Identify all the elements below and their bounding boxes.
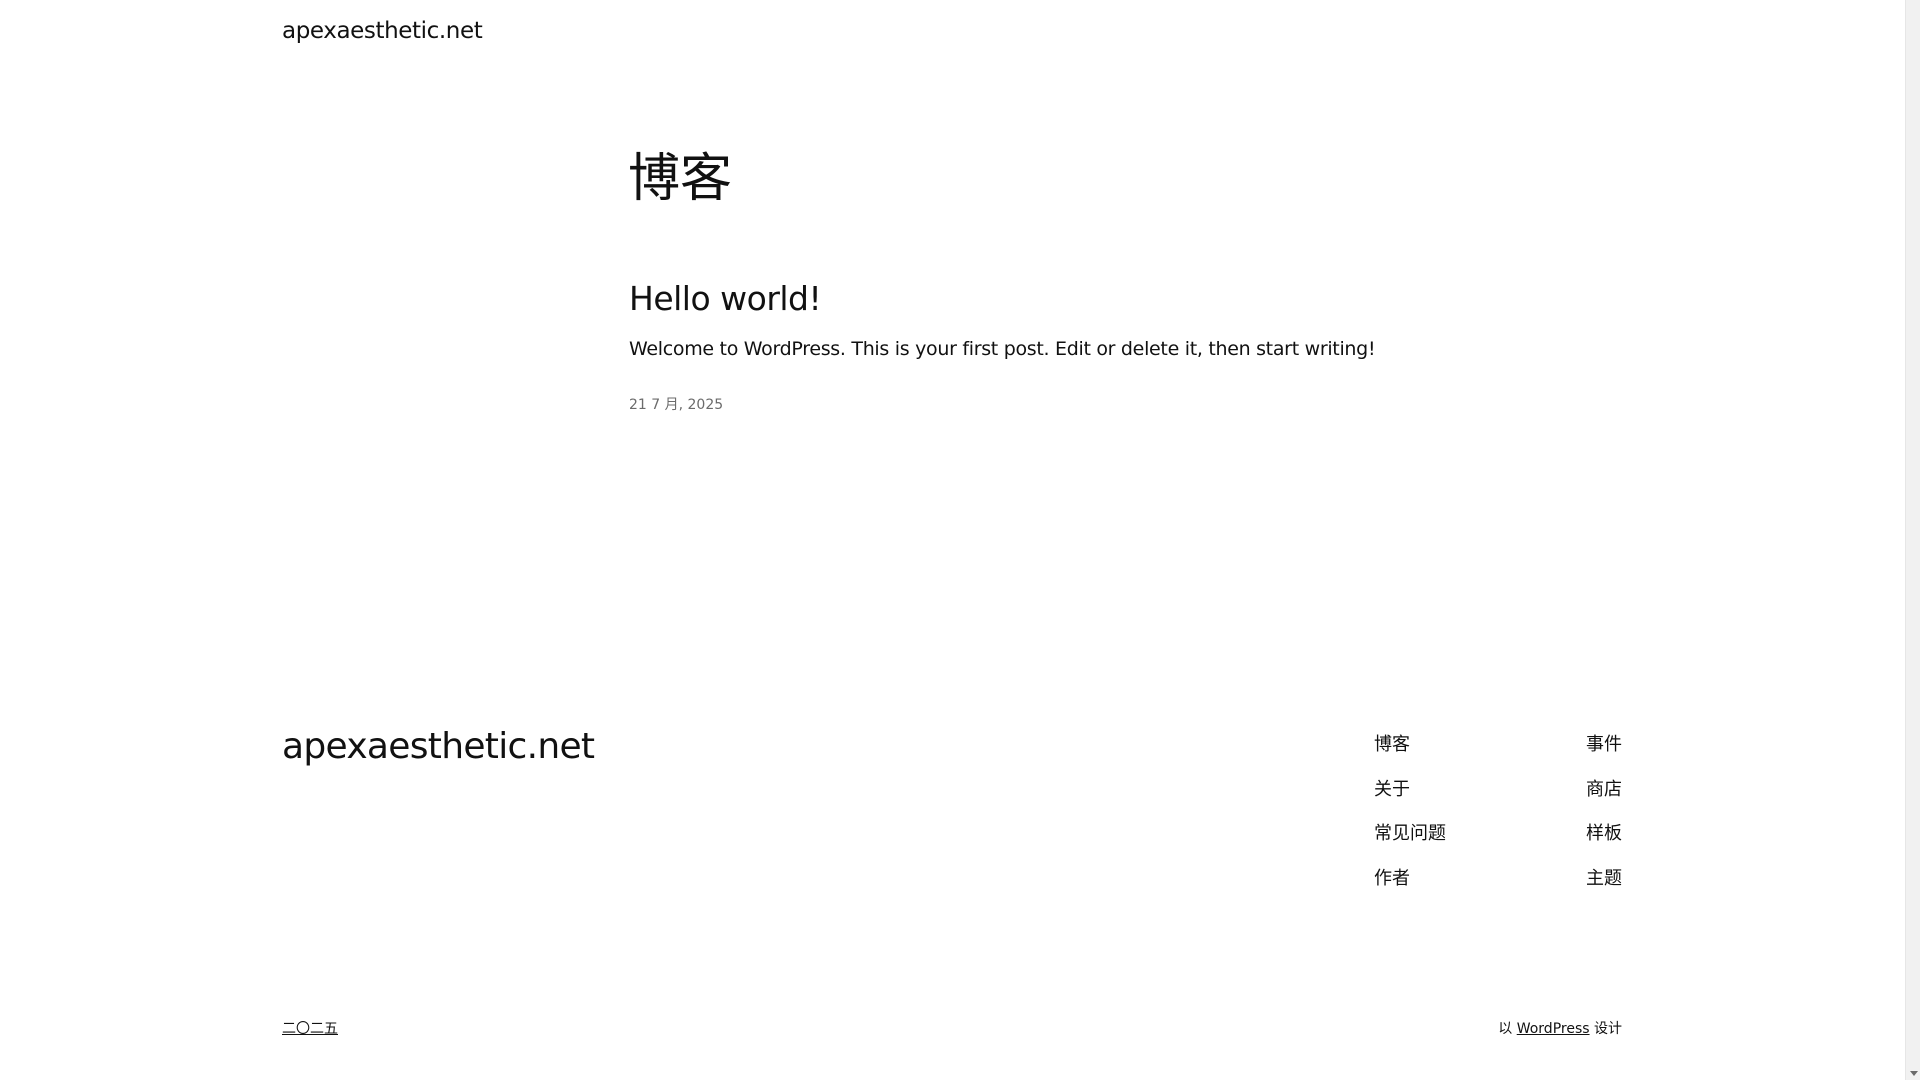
footer-nav-item-patterns[interactable]: 样板 (1586, 819, 1622, 864)
footer-nav-left: 博客 关于 常见问题 作者 (1374, 730, 1446, 908)
page-title: 博客 (628, 149, 733, 209)
post-excerpt: Welcome to WordPress. This is your first… (629, 338, 1376, 360)
footer-nav-item-blog[interactable]: 博客 (1374, 730, 1410, 775)
credit-suffix: 设计 (1594, 1021, 1622, 1037)
footer-year-link[interactable]: 二〇二五 (282, 1018, 338, 1038)
site-title-link[interactable]: apexaesthetic.net (282, 18, 483, 44)
footer-nav-right: 事件 商店 样板 主题 (1586, 730, 1622, 908)
footer-nav-item-about[interactable]: 关于 (1374, 775, 1410, 820)
footer-credit: 以 WordPress 设计 (1498, 1018, 1622, 1038)
vertical-scrollbar[interactable] (1905, 0, 1920, 1080)
footer-site-title[interactable]: apexaesthetic.net (282, 726, 595, 767)
site-header: apexaesthetic.net (0, 0, 1905, 80)
post-date: 21 7 月, 2025 (629, 397, 724, 413)
footer-nav-item-shop[interactable]: 商店 (1586, 775, 1622, 820)
browser-viewport: apexaesthetic.net 博客 Hello world! Welcom… (0, 0, 1920, 1080)
credit-prefix: 以 (1498, 1021, 1513, 1037)
wordpress-link[interactable]: WordPress (1517, 1021, 1590, 1037)
footer-nav-item-themes[interactable]: 主题 (1586, 864, 1622, 909)
footer-nav-item-faq[interactable]: 常见问题 (1374, 819, 1446, 864)
post-title-link[interactable]: Hello world! (629, 279, 822, 318)
footer-nav-item-authors[interactable]: 作者 (1374, 864, 1410, 909)
footer-nav-item-events[interactable]: 事件 (1586, 730, 1622, 775)
scroll-down-arrow-icon[interactable] (1910, 1071, 1918, 1076)
